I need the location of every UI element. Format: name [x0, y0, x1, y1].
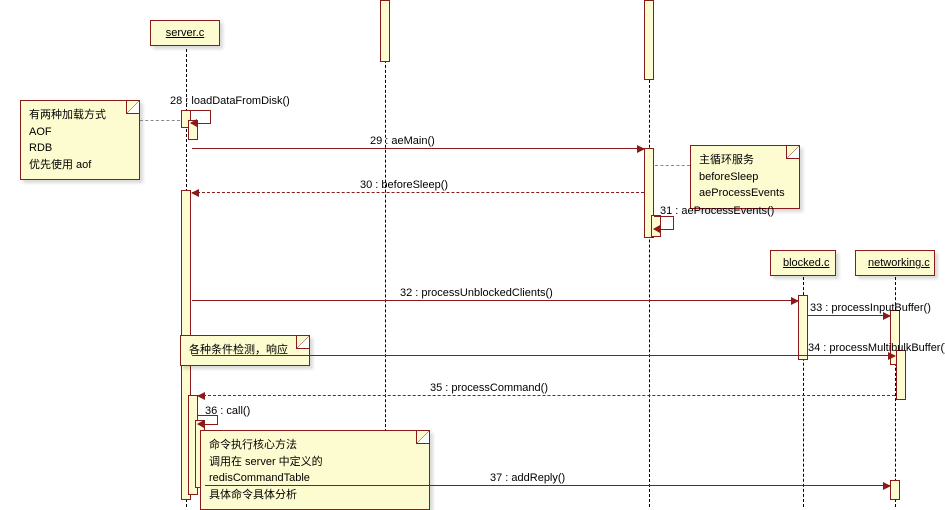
msg-35-arrow [198, 395, 895, 396]
note-load-modes: 有两种加载方式 AOF RDB 优先使用 aof [20, 100, 140, 180]
note-line: 调用在 server 中定义的 redisCommandTable [209, 454, 421, 487]
lifeline-head-server: server.c [150, 20, 220, 46]
activation-blocked [798, 295, 808, 360]
msg-28-label: 28 : loadDataFromDisk() [170, 95, 290, 107]
msg-32-label: 32 : processUnblockedClients() [400, 287, 553, 299]
msg-29-arrow [192, 148, 644, 149]
msg-36-arrow [198, 415, 218, 425]
note-line: 主循环服务 [699, 152, 791, 169]
msg-37-arrow [205, 485, 890, 486]
msg-35-label: 35 : processCommand() [430, 382, 548, 394]
note-line: 具体命令具体分析 [209, 487, 421, 504]
lifeline-label: networking.c [868, 257, 930, 269]
activation-anon2 [644, 0, 654, 80]
activation-networking-reply [890, 480, 900, 500]
note-line: AOF [29, 124, 131, 141]
msg-37-label: 37 : addReply() [490, 472, 565, 484]
activation-anon1 [380, 0, 390, 62]
note-anchor [140, 120, 180, 121]
note-line: beforeSleep [699, 169, 791, 186]
note-line: 命令执行核心方法 [209, 437, 421, 454]
note-line: 优先使用 aof [29, 157, 131, 174]
lifeline-label: server.c [166, 27, 205, 39]
note-call-core: 命令执行核心方法 调用在 server 中定义的 redisCommandTab… [200, 430, 430, 510]
msg-31-arrow [654, 216, 674, 230]
note-conditions: 各种条件检测，响应 [180, 335, 310, 366]
activation-networking2 [896, 350, 906, 400]
note-line: RDB [29, 140, 131, 157]
msg-33-label: 33 : processInputBuffer() [810, 302, 931, 314]
msg-28-arrow [191, 110, 211, 124]
msg-30-arrow [192, 192, 644, 193]
note-main-loop: 主循环服务 beforeSleep aeProcessEvents [690, 145, 800, 209]
lifeline-head-blocked: blocked.c [770, 250, 836, 276]
lifeline-head-networking: networking.c [855, 250, 935, 276]
note-line: aeProcessEvents [699, 185, 791, 202]
msg-30-label: 30 : beforeSleep() [360, 179, 448, 191]
msg-34-label: 34 : processMultibulkBuffer() [808, 342, 945, 354]
msg-32-arrow [192, 300, 798, 301]
msg-29-label: 29 : aeMain() [370, 135, 435, 147]
lifeline-label: blocked.c [783, 257, 829, 269]
msg-33-arrow [808, 315, 890, 316]
msg-31-label: 31 : aeProcessEvents() [660, 205, 774, 217]
msg-34-arrow [192, 355, 895, 356]
note-line: 有两种加载方式 [29, 107, 131, 124]
note-anchor [655, 165, 690, 166]
